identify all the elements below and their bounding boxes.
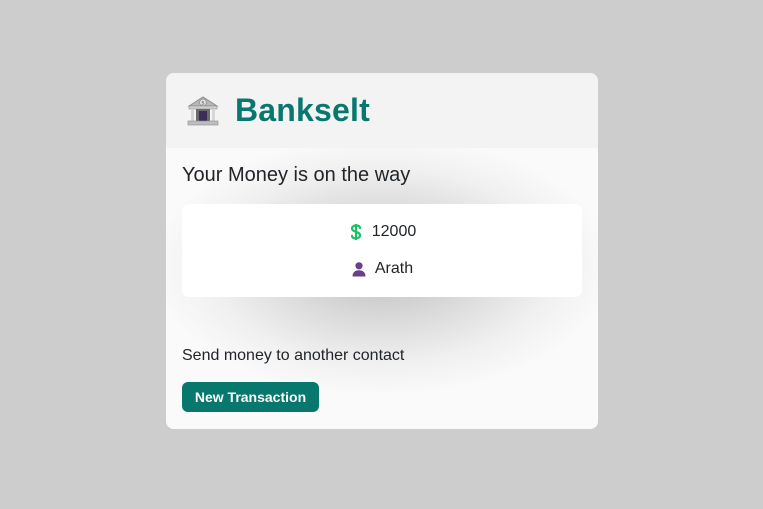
amount-value: 12000 bbox=[371, 223, 417, 240]
recipient-name: Arath bbox=[374, 260, 414, 277]
dollar-icon bbox=[348, 223, 364, 241]
card-body: Your Money is on the way 12000 Arath Sen… bbox=[166, 148, 598, 429]
svg-text:$: $ bbox=[201, 100, 205, 106]
brand-name: Bankselt bbox=[235, 92, 370, 128]
status-headline: Your Money is on the way bbox=[182, 164, 411, 186]
bank-icon: $ bbox=[186, 94, 220, 128]
new-transaction-button[interactable]: New Transaction bbox=[182, 382, 319, 412]
transaction-summary: 12000 Arath bbox=[182, 204, 582, 297]
transaction-card: $ Bankselt Your Money is on the way 1200… bbox=[166, 73, 598, 429]
user-icon bbox=[351, 260, 367, 278]
amount-row: 12000 bbox=[182, 223, 582, 241]
send-money-text: Send money to another contact bbox=[182, 347, 405, 364]
card-header: $ Bankselt bbox=[166, 73, 598, 148]
recipient-row: Arath bbox=[182, 260, 582, 278]
